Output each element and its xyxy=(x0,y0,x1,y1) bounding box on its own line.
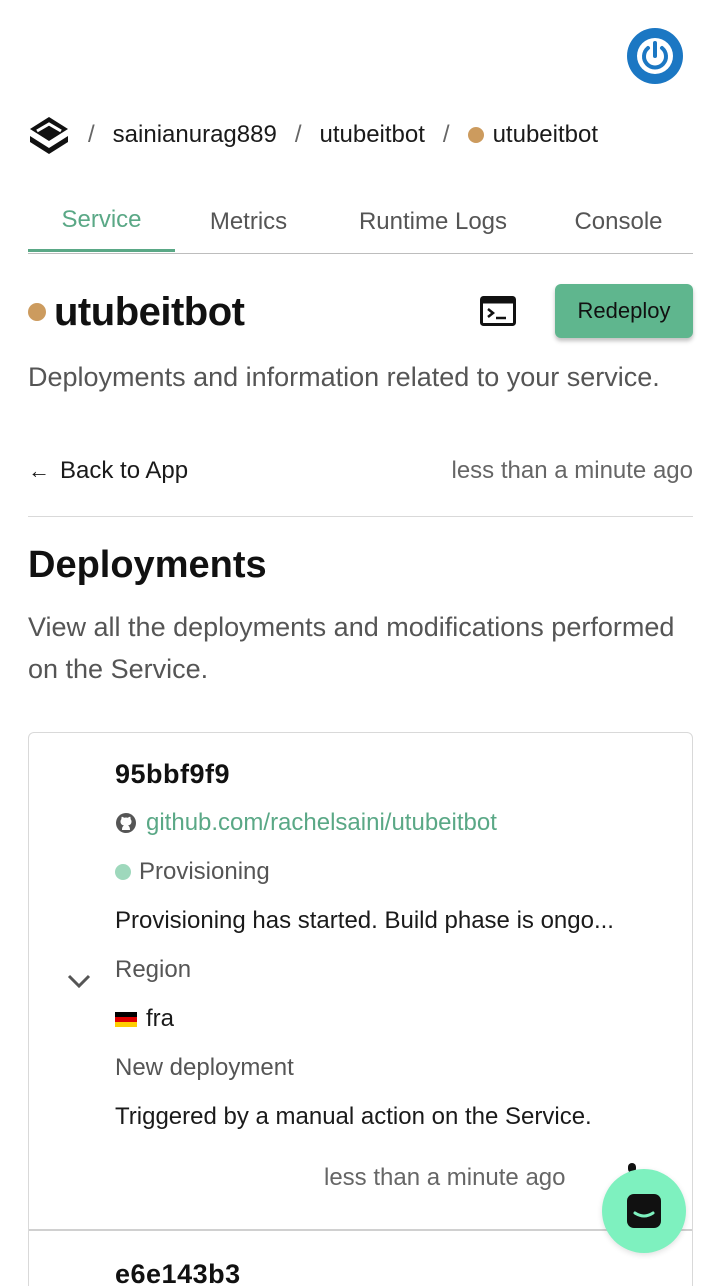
github-icon xyxy=(116,813,136,833)
updated-timestamp: less than a minute ago xyxy=(451,457,694,484)
deployment-event: New deployment xyxy=(115,1054,294,1081)
divider xyxy=(28,516,693,517)
region-value: fra xyxy=(146,1005,175,1032)
event-row: New deployment xyxy=(115,1054,294,1082)
breadcrumb-service[interactable]: utubeitbot xyxy=(493,121,598,149)
deployment-id-row: e6e143b3 xyxy=(115,1259,241,1286)
service-status-dot xyxy=(28,303,46,321)
arrow-left-icon: ← xyxy=(28,458,50,483)
region-label-row: Region xyxy=(115,956,191,984)
redeploy-button[interactable]: Redeploy xyxy=(555,284,693,338)
service-status-dot xyxy=(467,127,484,143)
deployment-card: 95bbf9f9 github.com/rachelsaini/utubeitb… xyxy=(28,732,693,1286)
region-row: fra xyxy=(115,1005,174,1033)
logo-icon[interactable] xyxy=(28,114,70,156)
power-icon xyxy=(637,38,673,74)
tab-service[interactable]: Service xyxy=(28,190,175,252)
tab-bar: Service Metrics Runtime Logs Console xyxy=(28,190,693,254)
back-to-app-label: Back to App xyxy=(60,457,189,484)
tab-console[interactable]: Console xyxy=(544,190,693,253)
repo-link[interactable]: github.com/rachelsaini/utubeitbot xyxy=(146,809,497,837)
trigger-row: Triggered by a manual action on the Serv… xyxy=(115,1103,592,1131)
chevron-down-icon[interactable] xyxy=(67,973,91,989)
tab-runtime-logs[interactable]: Runtime Logs xyxy=(322,190,544,253)
back-row: ← Back to App less than a minute ago xyxy=(28,450,693,492)
page: / sainianurag889 / utubeitbot / utubeitb… xyxy=(0,0,720,1286)
tab-metrics[interactable]: Metrics xyxy=(175,190,322,253)
service-description: Deployments and information related to y… xyxy=(28,362,660,392)
deployments-description: View all the deployments and modificatio… xyxy=(28,612,675,684)
chat-button[interactable] xyxy=(602,1169,686,1253)
deployment-status: Provisioning xyxy=(139,858,270,885)
deployments-title: Deployments xyxy=(28,544,267,586)
terminal-icon[interactable] xyxy=(480,296,516,326)
deployment-id: 95bbf9f9 xyxy=(115,759,231,789)
deployment-time: less than a minute ago xyxy=(324,1164,566,1191)
service-title: utubeitbot xyxy=(54,289,245,334)
status-row: Provisioning xyxy=(115,858,270,886)
chat-icon xyxy=(627,1194,661,1228)
provisioning-status-dot xyxy=(115,864,131,880)
deployment-id: e6e143b3 xyxy=(115,1259,241,1286)
breadcrumb-user[interactable]: sainianurag889 xyxy=(113,121,277,149)
message-row: Provisioning has started. Build phase is… xyxy=(115,907,614,935)
repo-row: github.com/rachelsaini/utubeitbot xyxy=(115,809,497,837)
breadcrumb-separator: / xyxy=(442,121,450,148)
breadcrumb-app[interactable]: utubeitbot xyxy=(319,121,424,149)
breadcrumb: / sainianurag889 / utubeitbot / utubeitb… xyxy=(28,112,598,158)
germany-flag-icon xyxy=(115,1011,137,1027)
card-separator xyxy=(29,1229,692,1231)
deployment-trigger: Triggered by a manual action on the Serv… xyxy=(115,1103,592,1130)
deployment-message: Provisioning has started. Build phase is… xyxy=(115,907,614,934)
breadcrumb-separator: / xyxy=(294,121,302,148)
service-header: utubeitbot Redeploy xyxy=(28,282,693,342)
region-label: Region xyxy=(115,956,192,983)
deployment-id-row: 95bbf9f9 xyxy=(115,759,230,790)
back-to-app-link[interactable]: ← Back to App xyxy=(28,457,188,485)
time-row: less than a minute ago xyxy=(324,1164,566,1192)
power-button[interactable] xyxy=(627,28,683,84)
breadcrumb-separator: / xyxy=(88,121,95,148)
